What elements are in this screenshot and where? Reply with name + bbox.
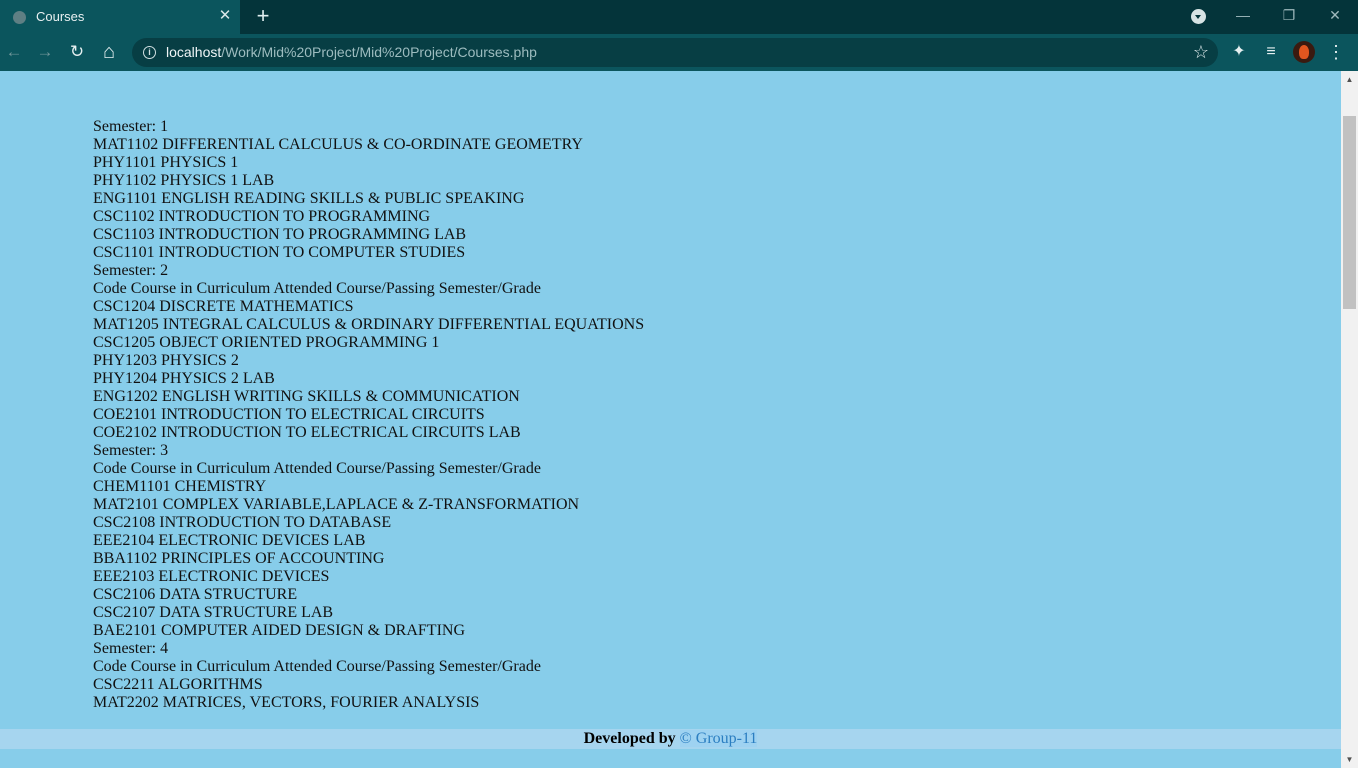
semester-heading: Semester: 1 [93,118,169,135]
course-line: ENG1202 ENGLISH WRITING SKILLS & COMMUNI… [93,388,520,405]
course-line: PHY1204 PHYSICS 2 LAB [93,370,275,387]
page-viewport: Semester: 1 MAT1102 DIFFERENTIAL CALCULUS… [0,71,1341,768]
course-line: COE2101 INTRODUCTION TO ELECTRICAL CIRCU… [93,406,485,423]
course-line: MAT1205 INTEGRAL CALCULUS & ORDINARY DIF… [93,316,645,333]
course-line: CSC2107 DATA STRUCTURE LAB [93,604,334,621]
course-line: CSC1101 INTRODUCTION TO COMPUTER STUDIES [93,244,466,261]
course-list: Semester: 1 MAT1102 DIFFERENTIAL CALCULUS… [93,118,644,712]
course-line: CSC2106 DATA STRUCTURE [93,586,298,603]
tab-strip: Courses ✕ + — ❐ ✕ [0,0,1358,34]
course-line: BAE2101 COMPUTER AIDED DESIGN & DRAFTING [93,622,466,639]
close-tab-icon[interactable]: ✕ [216,6,234,26]
home-button[interactable]: ⌂ [98,41,120,63]
menu-icon[interactable]: ⋮ [1325,41,1347,63]
course-line: CHEM1101 CHEMISTRY [93,478,267,495]
course-line: CSC2108 INTRODUCTION TO DATABASE [93,514,392,531]
semester-heading: Semester: 2 [93,262,169,279]
tab-courses[interactable]: Courses ✕ [0,0,240,34]
url-host: localhost [166,44,222,60]
course-line: COE2102 INTRODUCTION TO ELECTRICAL CIRCU… [93,424,521,441]
course-line: CSC1205 OBJECT ORIENTED PROGRAMMING 1 [93,334,440,351]
table-header-line: Code Course in Curriculum Attended Cours… [93,658,541,675]
address-bar[interactable]: i localhost/Work/Mid%20Project/Mid%20Pro… [132,38,1218,67]
tab-search-icon[interactable] [1191,9,1206,24]
new-tab-button[interactable]: + [252,5,274,27]
minimize-button[interactable]: — [1228,4,1258,26]
course-line: MAT2101 COMPLEX VARIABLE,LAPLACE & Z-TRA… [93,496,580,513]
course-line: CSC1103 INTRODUCTION TO PROGRAMMING LAB [93,226,467,243]
bookmark-star-icon[interactable]: ☆ [1193,42,1209,62]
table-header-line: Code Course in Curriculum Attended Cours… [93,460,541,477]
table-header-line: Code Course in Curriculum Attended Cours… [93,280,541,297]
media-control-icon[interactable]: ≡ [1260,41,1282,63]
close-window-button[interactable]: ✕ [1320,4,1350,26]
course-line: MAT1102 DIFFERENTIAL CALCULUS & CO-ORDIN… [93,136,583,153]
reload-button[interactable]: ↻ [66,41,88,63]
course-line: PHY1102 PHYSICS 1 LAB [93,172,275,189]
profile-avatar[interactable] [1293,41,1315,63]
course-line: PHY1101 PHYSICS 1 [93,154,239,171]
course-line: EEE2104 ELECTRONIC DEVICES LAB [93,532,366,549]
footer-group-credit: © Group-11 [679,730,758,747]
course-line: CSC1102 INTRODUCTION TO PROGRAMMING [93,208,431,225]
course-line: BBA1102 PRINCIPLES OF ACCOUNTING [93,550,385,567]
scroll-up-arrow-icon[interactable]: ▲ [1341,71,1358,88]
semester-heading: Semester: 4 [93,640,169,657]
course-line: ENG1101 ENGLISH READING SKILLS & PUBLIC … [93,190,525,207]
course-line: CSC2211 ALGORITHMS [93,676,263,693]
semester-heading: Semester: 3 [93,442,169,459]
extensions-icon[interactable]: ✦ [1228,41,1250,63]
restore-button[interactable]: ❐ [1274,4,1304,26]
url-text[interactable]: localhost/Work/Mid%20Project/Mid%20Proje… [166,44,537,60]
globe-icon [13,11,26,24]
course-line: MAT2202 MATRICES, VECTORS, FOURIER ANALY… [93,694,480,711]
url-path: /Work/Mid%20Project/Mid%20Project/Course… [221,44,537,60]
footer: Developed by © Group-11 [0,729,1341,749]
scrollbar-thumb[interactable] [1343,116,1356,309]
forward-button[interactable]: → [34,41,56,63]
scroll-down-arrow-icon[interactable]: ▼ [1341,751,1358,768]
tab-title: Courses [36,9,85,24]
back-button[interactable]: ← [3,41,25,63]
info-icon[interactable]: i [143,46,156,59]
course-line: PHY1203 PHYSICS 2 [93,352,239,369]
page-scrollbar[interactable]: ▲ ▼ [1341,71,1358,768]
browser-toolbar: ← → ↻ ⌂ i localhost/Work/Mid%20Project/M… [0,34,1358,71]
course-line: CSC1204 DISCRETE MATHEMATICS [93,298,354,315]
course-line: EEE2103 ELECTRONIC DEVICES [93,568,330,585]
footer-prefix: Developed by [583,730,676,747]
